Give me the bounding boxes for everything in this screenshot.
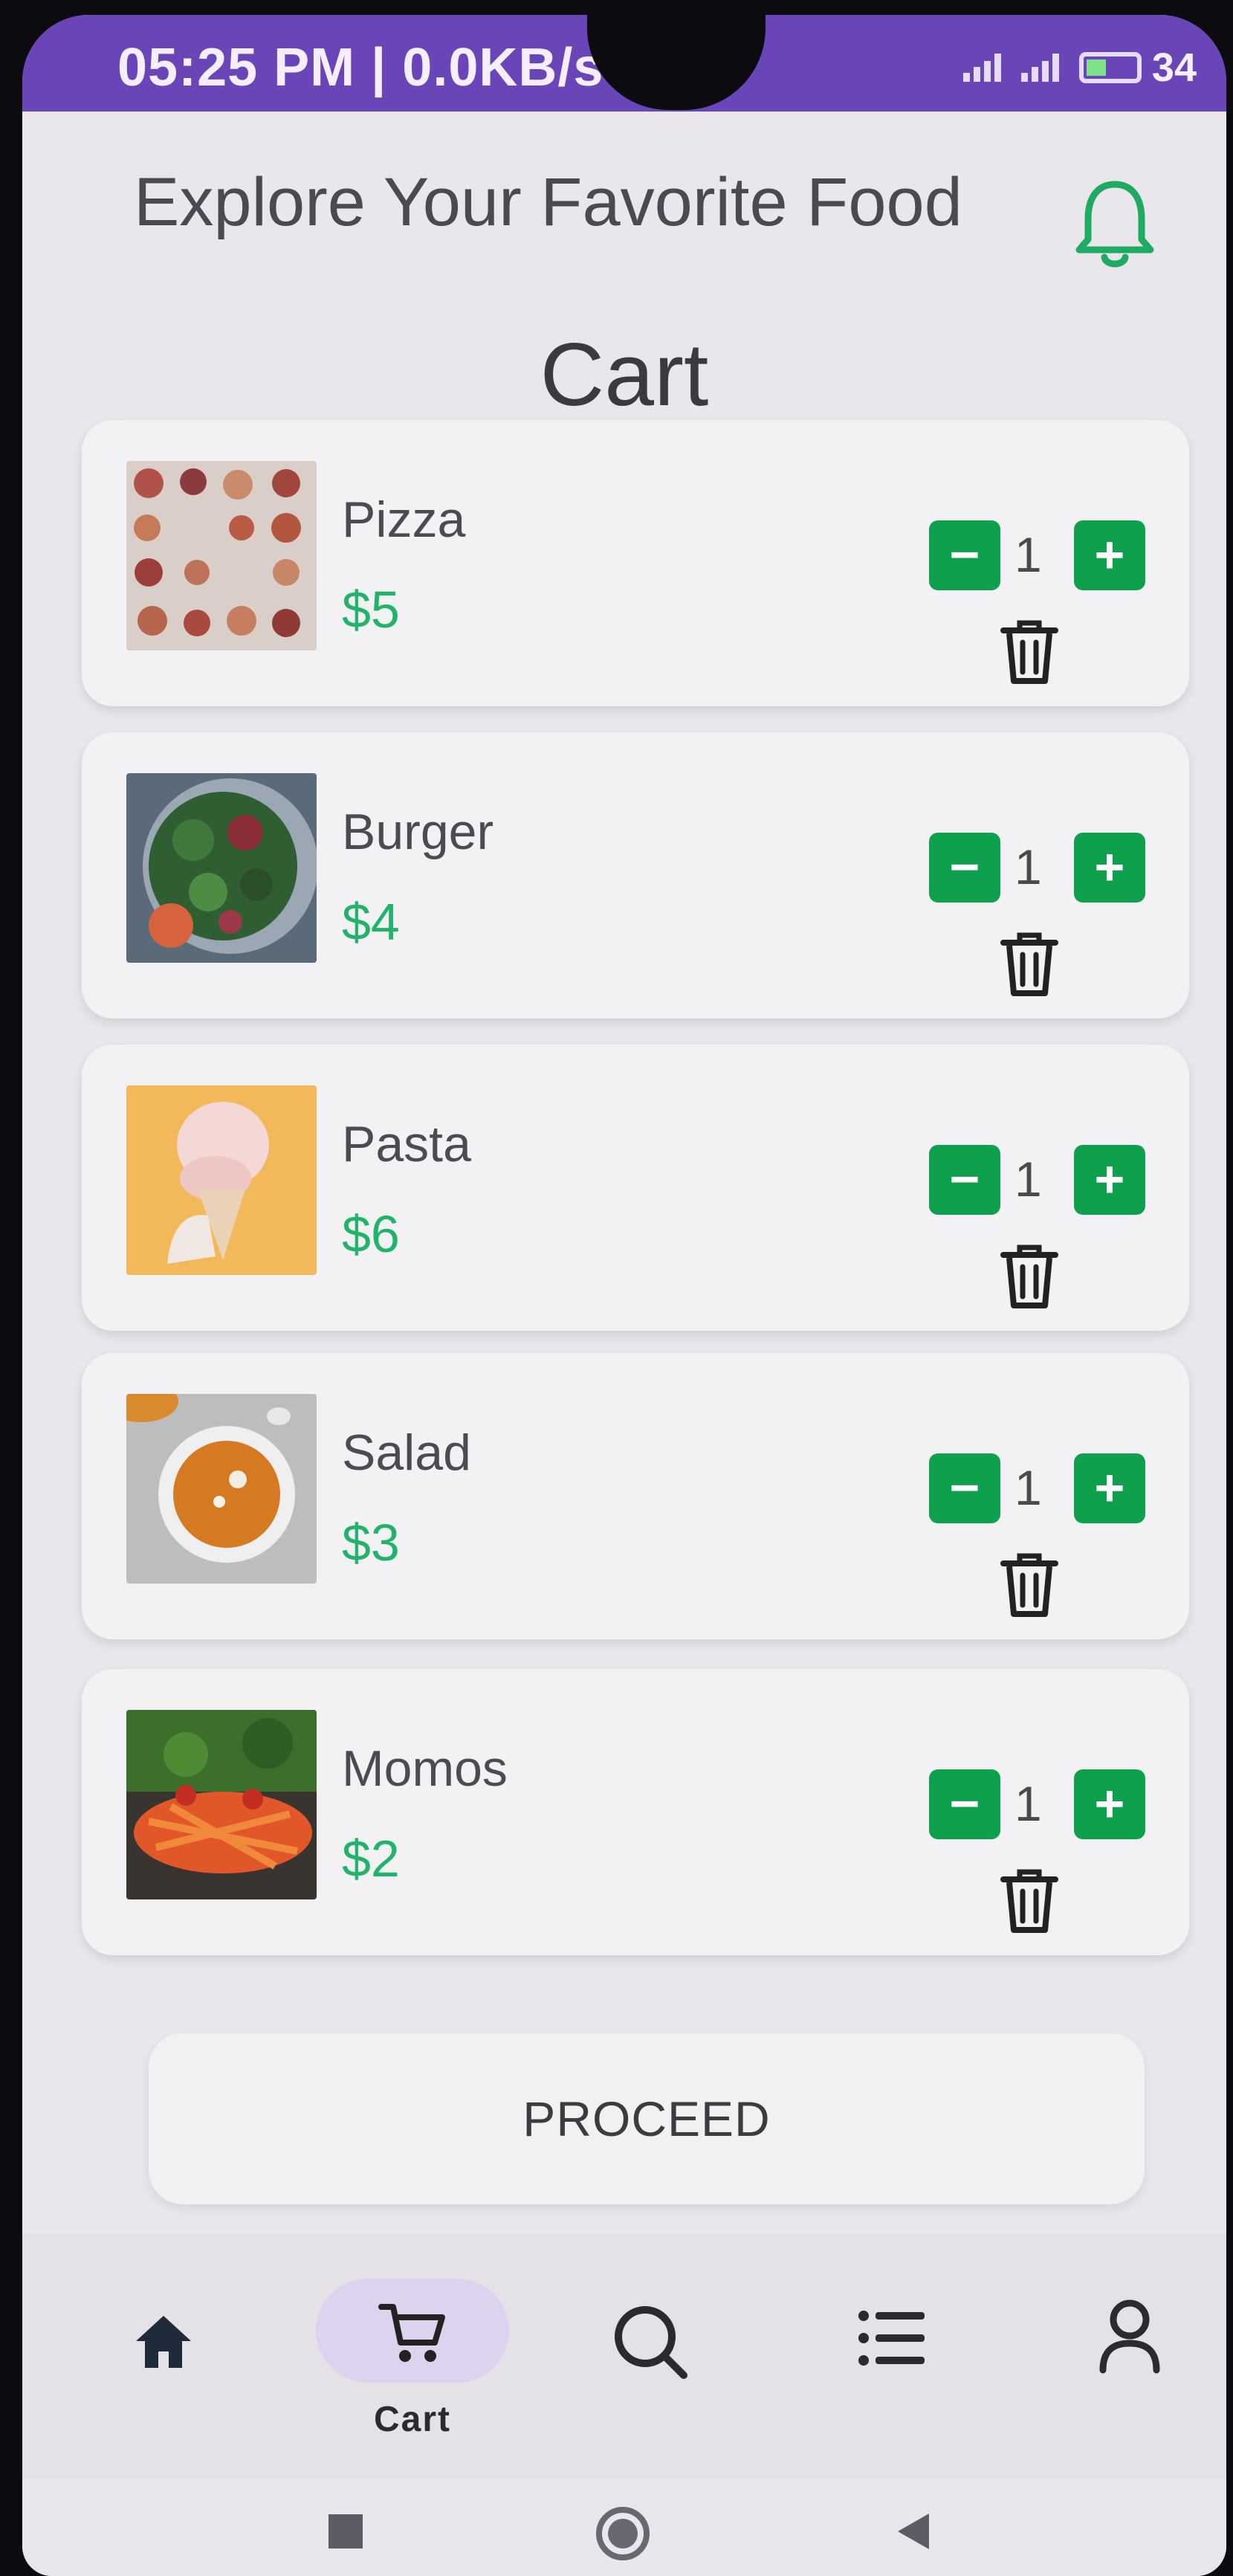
status-time: 05:25 PM | 0.0KB/s xyxy=(117,38,604,97)
battery-icon xyxy=(1078,52,1142,83)
item-price: $4 xyxy=(342,893,400,951)
item-price: $6 xyxy=(342,1205,400,1263)
decrease-quantity-button[interactable]: − xyxy=(929,520,1000,590)
increase-quantity-button[interactable]: + xyxy=(1074,1145,1145,1215)
item-name: Momos xyxy=(342,1740,508,1797)
item-name: Pasta xyxy=(342,1116,471,1172)
item-name: Burger xyxy=(342,804,494,860)
cart-item-card: Pasta $6 − 1 + xyxy=(82,1045,1189,1331)
cart-item-card: Pizza $5 − 1 + xyxy=(82,420,1189,706)
cart-icon xyxy=(378,2304,445,2362)
recent-apps-icon[interactable] xyxy=(327,2513,364,2550)
signal-icon xyxy=(962,54,1011,82)
decrease-quantity-button[interactable]: − xyxy=(929,1453,1000,1523)
cart-item-card: Burger $4 − 1 + xyxy=(82,732,1189,1019)
decrease-quantity-button[interactable]: − xyxy=(929,1769,1000,1839)
cart-item-card: Momos $2 − 1 + xyxy=(82,1669,1189,1955)
delete-trash-icon[interactable] xyxy=(996,1242,1063,1313)
nav-item-home[interactable] xyxy=(89,2271,238,2450)
camera-notch xyxy=(587,15,766,110)
decrease-quantity-button[interactable]: − xyxy=(929,1145,1000,1215)
food-thumbnail xyxy=(126,461,317,651)
item-quantity: 1 xyxy=(1014,1460,1042,1515)
item-quantity: 1 xyxy=(1014,1152,1042,1207)
item-quantity: 1 xyxy=(1014,839,1042,894)
home-icon xyxy=(136,2316,191,2368)
food-thumbnail xyxy=(126,1394,317,1584)
page-title: Cart xyxy=(540,325,709,425)
home-circle-icon[interactable] xyxy=(595,2505,651,2562)
status-icons: 34 xyxy=(962,45,1197,91)
search-icon xyxy=(615,2306,687,2379)
cart-item-card: Salad $3 − 1 + xyxy=(82,1353,1189,1639)
nav-item-profile[interactable] xyxy=(1055,2271,1204,2450)
increase-quantity-button[interactable]: + xyxy=(1074,520,1145,590)
bottom-navigation: Cart xyxy=(22,2234,1226,2479)
increase-quantity-button[interactable]: + xyxy=(1074,1769,1145,1839)
increase-quantity-button[interactable]: + xyxy=(1074,1453,1145,1523)
battery-level: 34 xyxy=(1151,45,1197,90)
status-bar: 05:25 PM | 0.0KB/s 34 xyxy=(22,15,1226,112)
increase-quantity-button[interactable]: + xyxy=(1074,833,1145,903)
list-icon xyxy=(858,2311,925,2366)
phone-screen: 05:25 PM | 0.0KB/s 34 Explore Your Favor… xyxy=(22,15,1226,2576)
food-thumbnail xyxy=(126,1710,317,1899)
item-name: Salad xyxy=(342,1424,471,1481)
nav-item-orders[interactable] xyxy=(818,2271,966,2450)
proceed-button[interactable]: PROCEED xyxy=(149,2033,1145,2204)
nav-item-search[interactable] xyxy=(576,2271,725,2450)
app-header-title: Explore Your Favorite Food xyxy=(134,164,962,240)
nav-item-cart[interactable]: Cart xyxy=(316,2271,509,2450)
decrease-quantity-button[interactable]: − xyxy=(929,833,1000,903)
item-price: $3 xyxy=(342,1514,400,1572)
profile-icon xyxy=(1099,2299,1160,2374)
item-name: Pizza xyxy=(342,491,466,548)
item-price: $5 xyxy=(342,581,400,639)
notification-bell-icon[interactable] xyxy=(1070,171,1159,275)
nav-label-cart: Cart xyxy=(373,2400,452,2439)
food-thumbnail xyxy=(126,773,317,963)
item-quantity: 1 xyxy=(1014,1776,1042,1831)
delete-trash-icon[interactable] xyxy=(996,617,1063,688)
back-icon[interactable] xyxy=(892,2509,936,2554)
item-quantity: 1 xyxy=(1014,527,1042,582)
item-price: $2 xyxy=(342,1830,400,1888)
system-navigation-bar xyxy=(22,2479,1226,2576)
delete-trash-icon[interactable] xyxy=(996,1866,1063,1937)
delete-trash-icon[interactable] xyxy=(996,929,1063,1001)
delete-trash-icon[interactable] xyxy=(996,1550,1063,1621)
signal-icon-2 xyxy=(1020,54,1069,82)
food-thumbnail xyxy=(126,1085,317,1275)
